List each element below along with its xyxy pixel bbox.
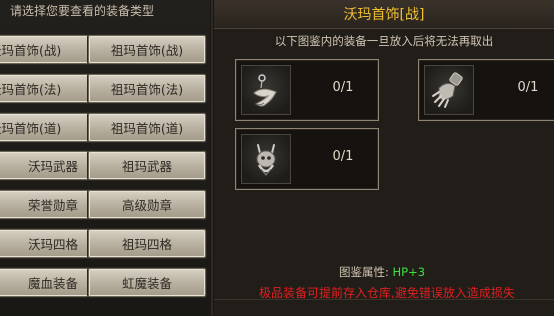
slot-count: 0/1 xyxy=(332,80,354,95)
category-button-zuma-jewelry-warrior[interactable]: 祖玛首饰(战) xyxy=(88,35,206,64)
category-button-zuma-jewelry-taoist[interactable]: 祖玛首饰(道) xyxy=(88,113,206,142)
gauntlet-icon xyxy=(424,65,474,115)
category-panel-title: 请选择您要查看的装备类型 xyxy=(10,4,155,18)
slot-count: 0/1 xyxy=(517,80,539,95)
category-button-zuma-weapon[interactable]: 祖玛武器 xyxy=(88,151,206,180)
category-button-zuma-jewelry-mage[interactable]: 祖玛首饰(法) xyxy=(88,74,206,103)
collection-panel: 沃玛首饰[战] 以下图鉴内的装备一旦放入后将无法再取出 0/1 0/1 0/1 … xyxy=(214,0,554,316)
category-button-label: 祖玛首饰(战) xyxy=(110,43,184,58)
collection-notice: 以下图鉴内的装备一旦放入后将无法再取出 xyxy=(274,34,494,48)
skull-ring-icon xyxy=(241,134,291,184)
collection-title-bar: 沃玛首饰[战] xyxy=(214,0,554,29)
collection-slot[interactable]: 0/1 xyxy=(418,59,554,121)
category-button-label: 沃玛首饰(法) xyxy=(0,82,62,97)
tooth-necklace-icon xyxy=(241,65,291,115)
attribute-value: HP+3 xyxy=(392,265,426,279)
category-button-label: 沃玛首饰(战) xyxy=(0,43,62,58)
category-button-label: 沃玛武器 xyxy=(27,159,78,174)
attribute-label: 图鉴属性: xyxy=(339,265,389,279)
collection-title: 沃玛首饰[战] xyxy=(343,7,425,23)
category-button-label: 虹魔装备 xyxy=(121,276,172,291)
category-button-label: 高级勋章 xyxy=(121,198,172,213)
category-button-label: 荣誉勋章 xyxy=(27,198,78,213)
category-button-zuma-four-slot[interactable]: 祖玛四格 xyxy=(88,229,206,258)
footer-divider xyxy=(214,299,554,300)
collection-slot[interactable]: 0/1 xyxy=(235,59,379,121)
slot-count: 0/1 xyxy=(332,149,354,164)
collection-slot[interactable]: 0/1 xyxy=(235,128,379,190)
category-button-label: 魔血装备 xyxy=(27,276,78,291)
category-button-advanced-medal[interactable]: 高级勋章 xyxy=(88,190,206,219)
equipment-collection-window: 请选择您要查看的装备类型 沃玛首饰(战) 祖玛首饰(战) 沃玛首饰(法) 祖玛首… xyxy=(0,0,554,316)
category-panel: 请选择您要查看的装备类型 沃玛首饰(战) 祖玛首饰(战) 沃玛首饰(法) 祖玛首… xyxy=(0,0,210,316)
category-button-label: 祖玛首饰(法) xyxy=(110,82,184,97)
category-button-label: 祖玛武器 xyxy=(121,159,172,174)
category-button-label: 沃玛首饰(道) xyxy=(0,121,62,136)
collection-attribute: 图鉴属性: HP+3 xyxy=(339,264,425,280)
category-button-rainbow-demon-gear[interactable]: 虹魔装备 xyxy=(88,268,206,297)
category-button-label: 沃玛四格 xyxy=(27,237,78,252)
category-button-label: 祖玛四格 xyxy=(121,237,172,252)
category-button-label: 祖玛首饰(道) xyxy=(110,121,184,136)
